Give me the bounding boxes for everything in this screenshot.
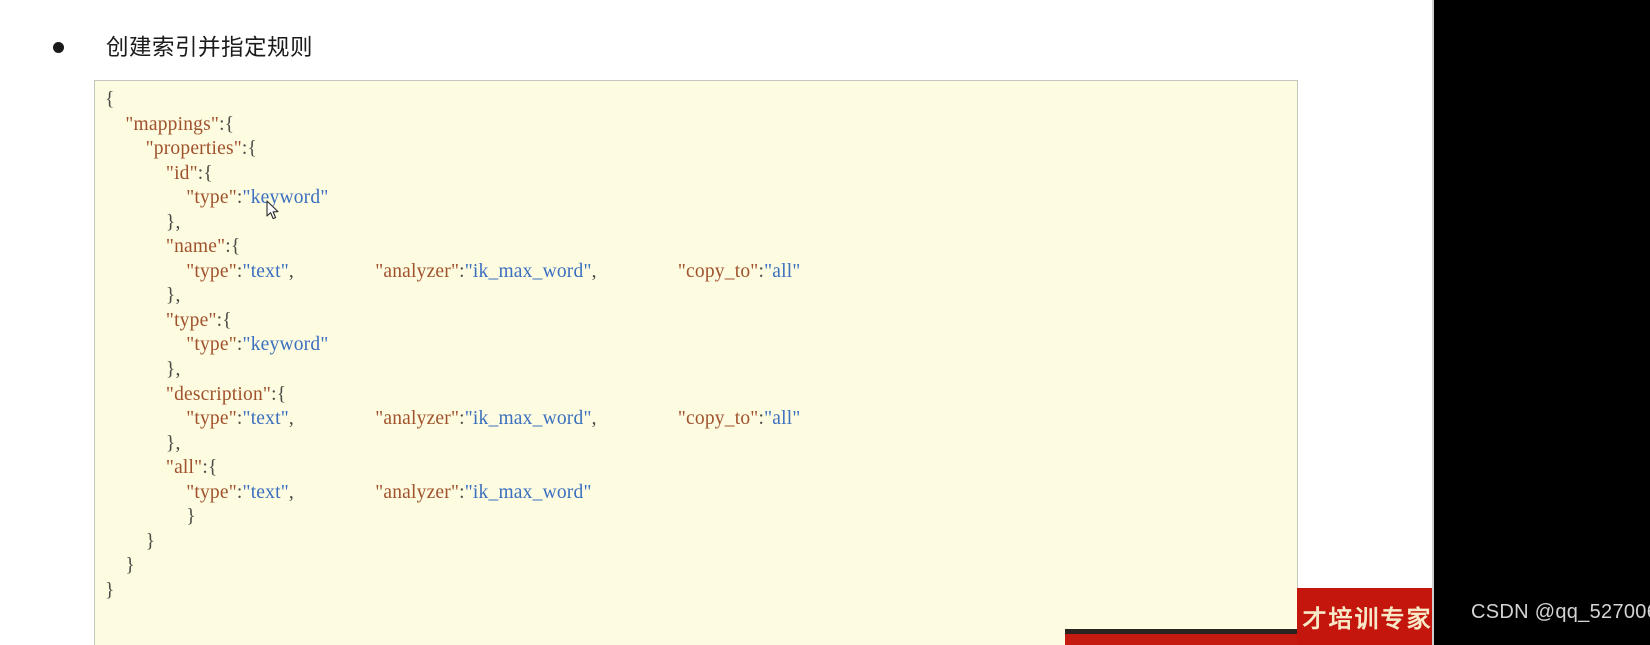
code-line: "mappings":{ [105,113,1297,138]
code-line: "description":{ [105,383,1297,408]
code-token-key: "analyzer" [375,481,460,503]
code-token-key: "type" [186,334,237,356]
code-token-punct: :{ [197,162,213,184]
code-line: } [105,579,1297,604]
code-token-punct: :{ [225,236,241,258]
code-token-key: "copy_to" [677,408,759,430]
code-line: }, [105,284,1297,309]
code-line: "all":{ [105,456,1297,481]
code-token-key: "mappings" [125,113,220,135]
code-token-string: "text" [242,408,289,430]
code-token-punct [294,261,375,282]
code-line: "type":"text", "analyzer":"ik_max_word" [105,481,1297,506]
code-token-punct [597,261,678,282]
code-token-punct: } [145,530,156,552]
csdn-watermark: CSDN @qq_52700622 [1471,601,1650,623]
code-line: "properties":{ [105,137,1297,162]
code-line: "id":{ [105,162,1297,187]
code-token-punct: }, [165,359,181,381]
code-line: "type":"text", "analyzer":"ik_max_word",… [105,260,1297,285]
code-token-key: "type" [165,309,217,331]
code-line: } [105,505,1297,530]
code-line: "type":{ [105,309,1297,334]
code-line: } [105,530,1297,555]
code-block-content: { "mappings":{ "properties":{ "id":{ "ty… [105,88,1297,645]
code-line: "type":"keyword" [105,186,1297,211]
code-line: "name":{ [105,235,1297,260]
code-token-punct: :{ [271,383,287,405]
code-token-punct: } [186,506,196,528]
code-token-punct: :{ [202,457,218,479]
code-token-punct: } [125,555,135,577]
bullet-point-icon [53,41,64,53]
code-line: }, [105,358,1297,383]
code-token-string: "all" [764,260,801,282]
code-token-key: "description" [165,383,272,405]
code-token-punct [294,482,375,503]
code-line: "type":"text", "analyzer":"ik_max_word",… [105,407,1297,432]
code-line: { [105,88,1297,113]
code-line: }, [105,432,1297,457]
code-token-punct: }, [165,432,181,454]
document-page: 创建索引并指定规则 { "mappings":{ "properties":{ … [0,0,1434,645]
code-token-punct: { [105,89,115,110]
code-token-key: "all" [165,457,203,479]
code-line: "type":"keyword" [105,333,1297,358]
page-title: 创建索引并指定规则 [106,34,314,60]
code-token-punct: }, [165,211,181,233]
code-line: } [105,554,1297,579]
code-token-key: "type" [186,408,237,430]
code-token-key: "type" [186,481,237,503]
watermark-banner-label: 才培训专家 [1302,607,1433,633]
code-token-string: "text" [242,260,289,282]
watermark-banner: 才培训专家 [1297,588,1433,645]
code-token-key: "name" [165,236,226,258]
code-token-string: "ik_max_word" [464,260,592,282]
code-token-string: "keyword" [242,187,329,209]
code-token-string: "ik_max_word" [464,481,592,503]
code-token-punct: } [105,579,115,601]
code-token-key: "copy_to" [677,260,759,282]
code-block[interactable]: { "mappings":{ "properties":{ "id":{ "ty… [94,80,1298,645]
code-token-punct: :{ [216,309,232,331]
code-token-key: "type" [186,260,237,282]
code-bottom-accent-red [1065,634,1298,645]
code-token-string: "keyword" [242,334,329,356]
code-token-key: "properties" [145,138,242,160]
code-token-punct [294,408,375,429]
code-token-key: "id" [165,162,198,184]
code-token-string: "all" [764,408,801,430]
code-token-key: "analyzer" [375,260,460,282]
code-token-key: "type" [186,187,237,209]
heading-row: 创建索引并指定规则 [0,26,1200,68]
code-token-punct [597,408,678,429]
code-token-string: "text" [242,481,289,503]
code-token-string: "ik_max_word" [464,408,592,430]
code-token-key: "analyzer" [375,408,460,430]
code-line: }, [105,211,1297,236]
code-token-punct: }, [165,285,181,307]
code-token-punct: :{ [219,113,235,135]
code-token-punct: :{ [241,138,258,160]
